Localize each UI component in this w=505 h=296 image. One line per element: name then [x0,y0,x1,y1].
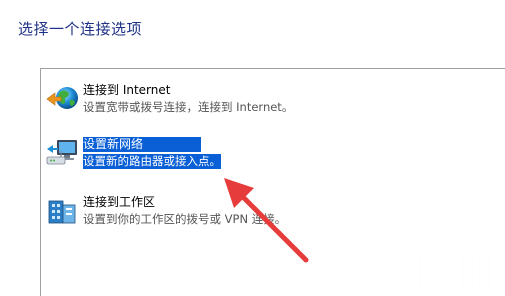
workplace-building-icon [45,195,81,227]
option-connect-internet[interactable]: 连接到 Internet 设置宽带或拨号连接，连接到 Internet。 [43,81,505,117]
blurred-region [360,250,505,296]
page-title: 选择一个连接选项 [18,20,143,38]
router-monitor-icon [45,137,81,169]
globe-network-icon [45,83,81,115]
option-description: 设置到你的工作区的拨号或 VPN 连接。 [83,212,287,226]
option-title: 连接到工作区 [83,195,156,209]
option-connect-workplace[interactable]: 连接到工作区 设置到你的工作区的拨号或 VPN 连接。 [43,193,505,229]
option-description: 设置宽带或拨号连接，连接到 Internet。 [83,100,294,114]
option-title: 连接到 Internet [83,83,171,97]
option-setup-new-network[interactable]: 设置新网络 设置新的路由器或接入点。 [43,135,505,171]
option-description: 设置新的路由器或接入点。 [83,154,221,169]
option-title: 设置新网络 [83,137,202,152]
connection-wizard-page: 选择一个连接选项 连接到 Internet 设置宽带或拨号连接，连接到 Inte… [0,0,505,296]
